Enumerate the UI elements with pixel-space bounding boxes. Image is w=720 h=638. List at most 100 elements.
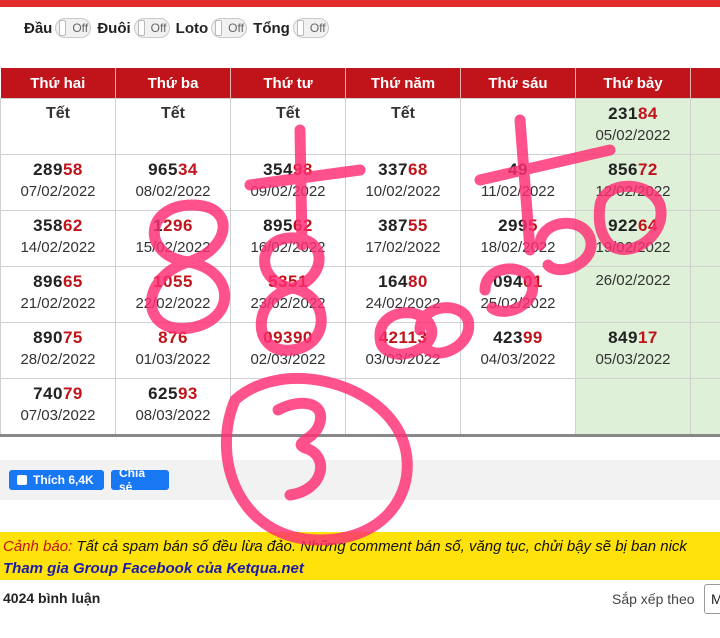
result-number: 23184	[576, 104, 690, 124]
day-cell[interactable]: 16480 24/02/2022	[345, 266, 461, 323]
result-date: 14/02/2022	[20, 239, 96, 256]
result-date: 21/02/2022	[20, 295, 96, 312]
toggle-state: Off	[228, 21, 244, 35]
day-cell[interactable]: 38755 17/02/2022	[345, 210, 461, 267]
result-number: 33768	[346, 160, 460, 180]
day-cell[interactable]: 35862 14/02/2022	[0, 210, 116, 267]
day-cell[interactable]: 20	[690, 210, 720, 267]
result-tail-digits: 84	[637, 104, 658, 123]
result-head-digits: 849	[608, 328, 638, 347]
day-cell[interactable]	[460, 378, 576, 434]
day-cell[interactable]: 27	[690, 266, 720, 323]
day-cell[interactable]	[575, 378, 691, 434]
result-head-digits: 164	[378, 272, 408, 291]
facebook-group-link[interactable]: Tham gia Group Facebook của Ketqua.net	[3, 560, 304, 577]
result-date: 07/02/2022	[20, 183, 96, 200]
thumbs-up-icon	[17, 475, 27, 485]
day-cell[interactable]: 06	[690, 98, 720, 155]
day-cell[interactable]: 92264 19/02/2022	[575, 210, 691, 267]
calendar-week-row: 28958 07/02/2022 96534 08/02/2022 35498 09/02…	[0, 154, 720, 211]
day-cell[interactable]: 89562 16/02/2022	[230, 210, 346, 267]
day-cell[interactable]: 84917 05/03/2022	[575, 322, 691, 379]
result-number: 84917	[576, 328, 690, 348]
result-number: 16480	[346, 272, 460, 292]
day-cell[interactable]: 49 11/02/2022	[460, 154, 576, 211]
top-red-bar	[0, 0, 720, 7]
toggle-dau[interactable]: Off	[55, 18, 92, 38]
sort-label: Sắp xếp theo	[612, 591, 695, 607]
day-cell[interactable]: Tết	[0, 98, 116, 155]
result-tail-digits: 42113	[378, 328, 428, 347]
day-cell[interactable]: 1055 22/02/2022	[115, 266, 231, 323]
warning-body: Tất cả spam bán số đều lừa đảo. Những co…	[72, 538, 687, 555]
results-calendar: Thứ hai Thứ ba Thứ tư Thứ năm Thứ sáu Thứ bảy…	[0, 68, 720, 437]
day-cell[interactable]: 09401 25/02/2022	[460, 266, 576, 323]
day-cell[interactable]: 96534 08/02/2022	[115, 154, 231, 211]
result-head-digits: 231	[608, 104, 638, 123]
day-cell[interactable]: Tết	[115, 98, 231, 155]
result-number: 85672	[576, 160, 690, 180]
result-tail-digits: 75	[62, 328, 83, 347]
day-cell[interactable]: 06	[690, 322, 720, 379]
facebook-like-button[interactable]: Thích 6,4K	[9, 470, 104, 490]
day-cell[interactable]: 26/02/2022	[575, 266, 691, 323]
warning-lead: Cảnh báo:	[3, 538, 73, 555]
day-cell[interactable]: 13	[690, 154, 720, 211]
day-cell[interactable]: 5351 23/02/2022	[230, 266, 346, 323]
result-tail-digits: 34	[177, 160, 198, 179]
result-tail-digits: 296	[163, 216, 193, 235]
day-cell[interactable]: 2995 18/02/2022	[460, 210, 576, 267]
result-head-digits: 289	[33, 160, 63, 179]
day-cell[interactable]: 85672 12/02/2022	[575, 154, 691, 211]
sort-select[interactable]: M	[704, 584, 720, 614]
holiday-label: Tết	[391, 105, 415, 122]
toggle-duoi[interactable]: Off	[133, 18, 170, 38]
result-number: 38755	[346, 216, 460, 236]
day-cell[interactable]: 33768 10/02/2022	[345, 154, 461, 211]
day-cell[interactable]	[690, 378, 720, 434]
calendar-week-row: 74079 07/03/2022 62593 08/03/2022	[0, 378, 720, 434]
result-date: 06	[691, 326, 720, 343]
result-head-digits: 740	[33, 384, 63, 403]
result-tail-digits: 80	[407, 272, 428, 291]
result-date: 23/02/2022	[250, 295, 326, 312]
day-cell[interactable]: Tết	[345, 98, 461, 155]
day-cell[interactable]: 89075 28/02/2022	[0, 322, 116, 379]
result-date: 27	[691, 270, 720, 287]
calendar-week-row: 89665 21/02/2022 1055 22/02/2022 5351 23/02/2…	[0, 266, 720, 323]
day-cell[interactable]: 42113 03/03/2022	[345, 322, 461, 379]
day-cell[interactable]	[345, 378, 461, 434]
day-header: Thứ sáu	[460, 68, 576, 99]
result-number: 1296	[116, 216, 230, 236]
day-cell[interactable]: 23184 05/02/2022	[575, 98, 691, 155]
toggle-tong[interactable]: Off	[292, 18, 329, 38]
holiday-label: Tết	[46, 105, 70, 122]
day-cell[interactable]: 09390 02/03/2022	[230, 322, 346, 379]
result-date: 16/02/2022	[250, 239, 326, 256]
day-cell[interactable]: 74079 07/03/2022	[0, 378, 116, 434]
day-cell[interactable]: 876 01/03/2022	[115, 322, 231, 379]
day-cell[interactable]: 1296 15/02/2022	[115, 210, 231, 267]
calendar-week-row: Tết Tết Tết Tết 23184 05/02/2022 06	[0, 98, 720, 155]
result-number: 35862	[1, 216, 115, 236]
result-date: 04/03/2022	[480, 351, 556, 368]
day-cell[interactable]: 28958 07/02/2022	[0, 154, 116, 211]
result-date: 24/02/2022	[365, 295, 441, 312]
result-head-digits: 922	[608, 216, 638, 235]
result-date: 12/02/2022	[595, 183, 671, 200]
result-number: 74079	[1, 384, 115, 404]
facebook-share-button[interactable]: Chia sẻ	[111, 466, 169, 494]
day-cell[interactable]: Tết	[230, 98, 346, 155]
result-date: 18/02/2022	[480, 239, 556, 256]
result-head-digits: 094	[493, 272, 523, 291]
toggle-loto[interactable]: Off	[211, 18, 248, 38]
result-tail-digits: 876	[158, 328, 188, 347]
day-cell[interactable]: 42399 04/03/2022	[460, 322, 576, 379]
day-cell[interactable]: 62593 08/03/2022	[115, 378, 231, 434]
result-number: 96534	[116, 160, 230, 180]
day-cell[interactable]: 89665 21/02/2022	[0, 266, 116, 323]
day-cell[interactable]	[230, 378, 346, 434]
day-cell[interactable]	[460, 98, 576, 155]
day-cell[interactable]: 35498 09/02/2022	[230, 154, 346, 211]
day-header: Thứ tư	[230, 68, 346, 99]
